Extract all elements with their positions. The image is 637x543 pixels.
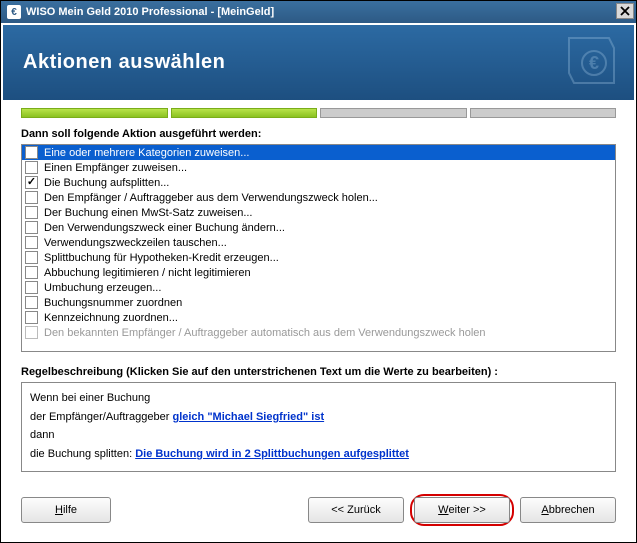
action-label: Buchungsnummer zuordnen <box>44 297 182 309</box>
rule-line-2: der Empfänger/Auftraggeber gleich "Micha… <box>30 408 607 427</box>
dialog-window: € WISO Mein Geld 2010 Professional - [Me… <box>0 0 637 543</box>
action-checkbox[interactable] <box>25 161 38 174</box>
action-checkbox[interactable] <box>25 176 38 189</box>
next-button[interactable]: Weiter >> <box>414 497 510 523</box>
next-button-label-rest: eiter >> <box>449 504 486 516</box>
action-label: Kennzeichnung zuordnen... <box>44 312 178 324</box>
button-bar: Hilfe << Zurück Weiter >> Abbrechen <box>3 484 634 540</box>
rule-line-4: die Buchung splitten: Die Buchung wird i… <box>30 445 607 464</box>
action-row[interactable]: Den Verwendungszweck einer Buchung änder… <box>22 220 615 235</box>
progress-step-4 <box>470 108 617 118</box>
cancel-button-label-rest: bbrechen <box>549 504 595 516</box>
rule-action-link[interactable]: Die Buchung wird in 2 Splittbuchungen au… <box>135 448 409 460</box>
action-checkbox[interactable] <box>25 251 38 264</box>
action-label: Splittbuchung für Hypotheken-Kredit erze… <box>44 252 279 264</box>
progress-step-1 <box>21 108 168 118</box>
action-list[interactable]: Eine oder mehrere Kategorien zuweisen...… <box>21 144 616 352</box>
action-checkbox[interactable] <box>25 266 38 279</box>
rule-section: Regelbeschreibung (Klicken Sie auf den u… <box>21 366 616 472</box>
action-row[interactable]: Splittbuchung für Hypotheken-Kredit erze… <box>22 250 615 265</box>
cancel-button[interactable]: Abbrechen <box>520 497 616 523</box>
action-label: Der Buchung einen MwSt-Satz zuweisen... <box>44 207 253 219</box>
cancel-button-label-u: A <box>541 504 548 516</box>
action-label: Abbuchung legitimieren / nicht legitimie… <box>44 267 251 279</box>
action-label: Den Empfänger / Auftraggeber aus dem Ver… <box>44 192 378 204</box>
page-title: Aktionen auswählen <box>23 51 225 74</box>
action-checkbox <box>25 326 38 339</box>
back-button[interactable]: << Zurück <box>308 497 404 523</box>
action-label: Den Verwendungszweck einer Buchung änder… <box>44 222 285 234</box>
action-row[interactable]: Buchungsnummer zuordnen <box>22 295 615 310</box>
action-row[interactable]: Der Buchung einen MwSt-Satz zuweisen... <box>22 205 615 220</box>
action-row[interactable]: Abbuchung legitimieren / nicht legitimie… <box>22 265 615 280</box>
action-checkbox[interactable] <box>25 236 38 249</box>
rule-line-1: Wenn bei einer Buchung <box>30 389 607 408</box>
action-row[interactable]: Umbuchung erzeugen... <box>22 280 615 295</box>
action-checkbox[interactable] <box>25 191 38 204</box>
action-row[interactable]: Eine oder mehrere Kategorien zuweisen... <box>22 145 615 160</box>
actions-label: Dann soll folgende Aktion ausgeführt wer… <box>21 128 616 140</box>
action-label: Die Buchung aufsplitten... <box>44 177 169 189</box>
action-label: Den bekannten Empfänger / Auftraggeber a… <box>44 327 486 339</box>
action-row[interactable]: Den Empfänger / Auftraggeber aus dem Ver… <box>22 190 615 205</box>
rule-line-3: dann <box>30 426 607 445</box>
rule-condition-link[interactable]: gleich "Michael Siegfried" ist <box>172 411 324 423</box>
wizard-header: Aktionen auswählen € <box>3 25 634 100</box>
action-row[interactable]: Einen Empfänger zuweisen... <box>22 160 615 175</box>
close-button[interactable] <box>616 3 634 19</box>
svg-text:€: € <box>589 53 599 73</box>
action-row[interactable]: Kennzeichnung zuordnen... <box>22 310 615 325</box>
window-title: WISO Mein Geld 2010 Professional - [Mein… <box>26 6 274 18</box>
progress-step-3 <box>320 108 467 118</box>
action-label: Verwendungszweckzeilen tauschen... <box>44 237 227 249</box>
action-checkbox[interactable] <box>25 311 38 324</box>
action-label: Einen Empfänger zuweisen... <box>44 162 187 174</box>
help-button-label-rest: ilfe <box>63 504 77 516</box>
euro-logo-icon: € <box>559 33 619 91</box>
action-checkbox[interactable] <box>25 146 38 159</box>
help-button[interactable]: Hilfe <box>21 497 111 523</box>
rule-label: Regelbeschreibung (Klicken Sie auf den u… <box>21 366 616 378</box>
action-row: Den bekannten Empfänger / Auftraggeber a… <box>22 325 615 340</box>
action-checkbox[interactable] <box>25 296 38 309</box>
action-label: Umbuchung erzeugen... <box>44 282 161 294</box>
next-button-highlight: Weiter >> <box>410 494 514 526</box>
action-checkbox[interactable] <box>25 206 38 219</box>
help-button-label-u: H <box>55 504 63 516</box>
rule-description: Wenn bei einer Buchung der Empfänger/Auf… <box>21 382 616 472</box>
app-icon: € <box>7 5 21 19</box>
action-row[interactable]: Die Buchung aufsplitten... <box>22 175 615 190</box>
action-checkbox[interactable] <box>25 281 38 294</box>
action-row[interactable]: Verwendungszweckzeilen tauschen... <box>22 235 615 250</box>
title-bar: € WISO Mein Geld 2010 Professional - [Me… <box>1 1 636 23</box>
progress-bar <box>3 100 634 118</box>
progress-step-2 <box>171 108 318 118</box>
action-checkbox[interactable] <box>25 221 38 234</box>
wizard-content: Dann soll folgende Aktion ausgeführt wer… <box>3 118 634 484</box>
action-label: Eine oder mehrere Kategorien zuweisen... <box>44 147 249 159</box>
next-button-label-u: W <box>438 504 448 516</box>
